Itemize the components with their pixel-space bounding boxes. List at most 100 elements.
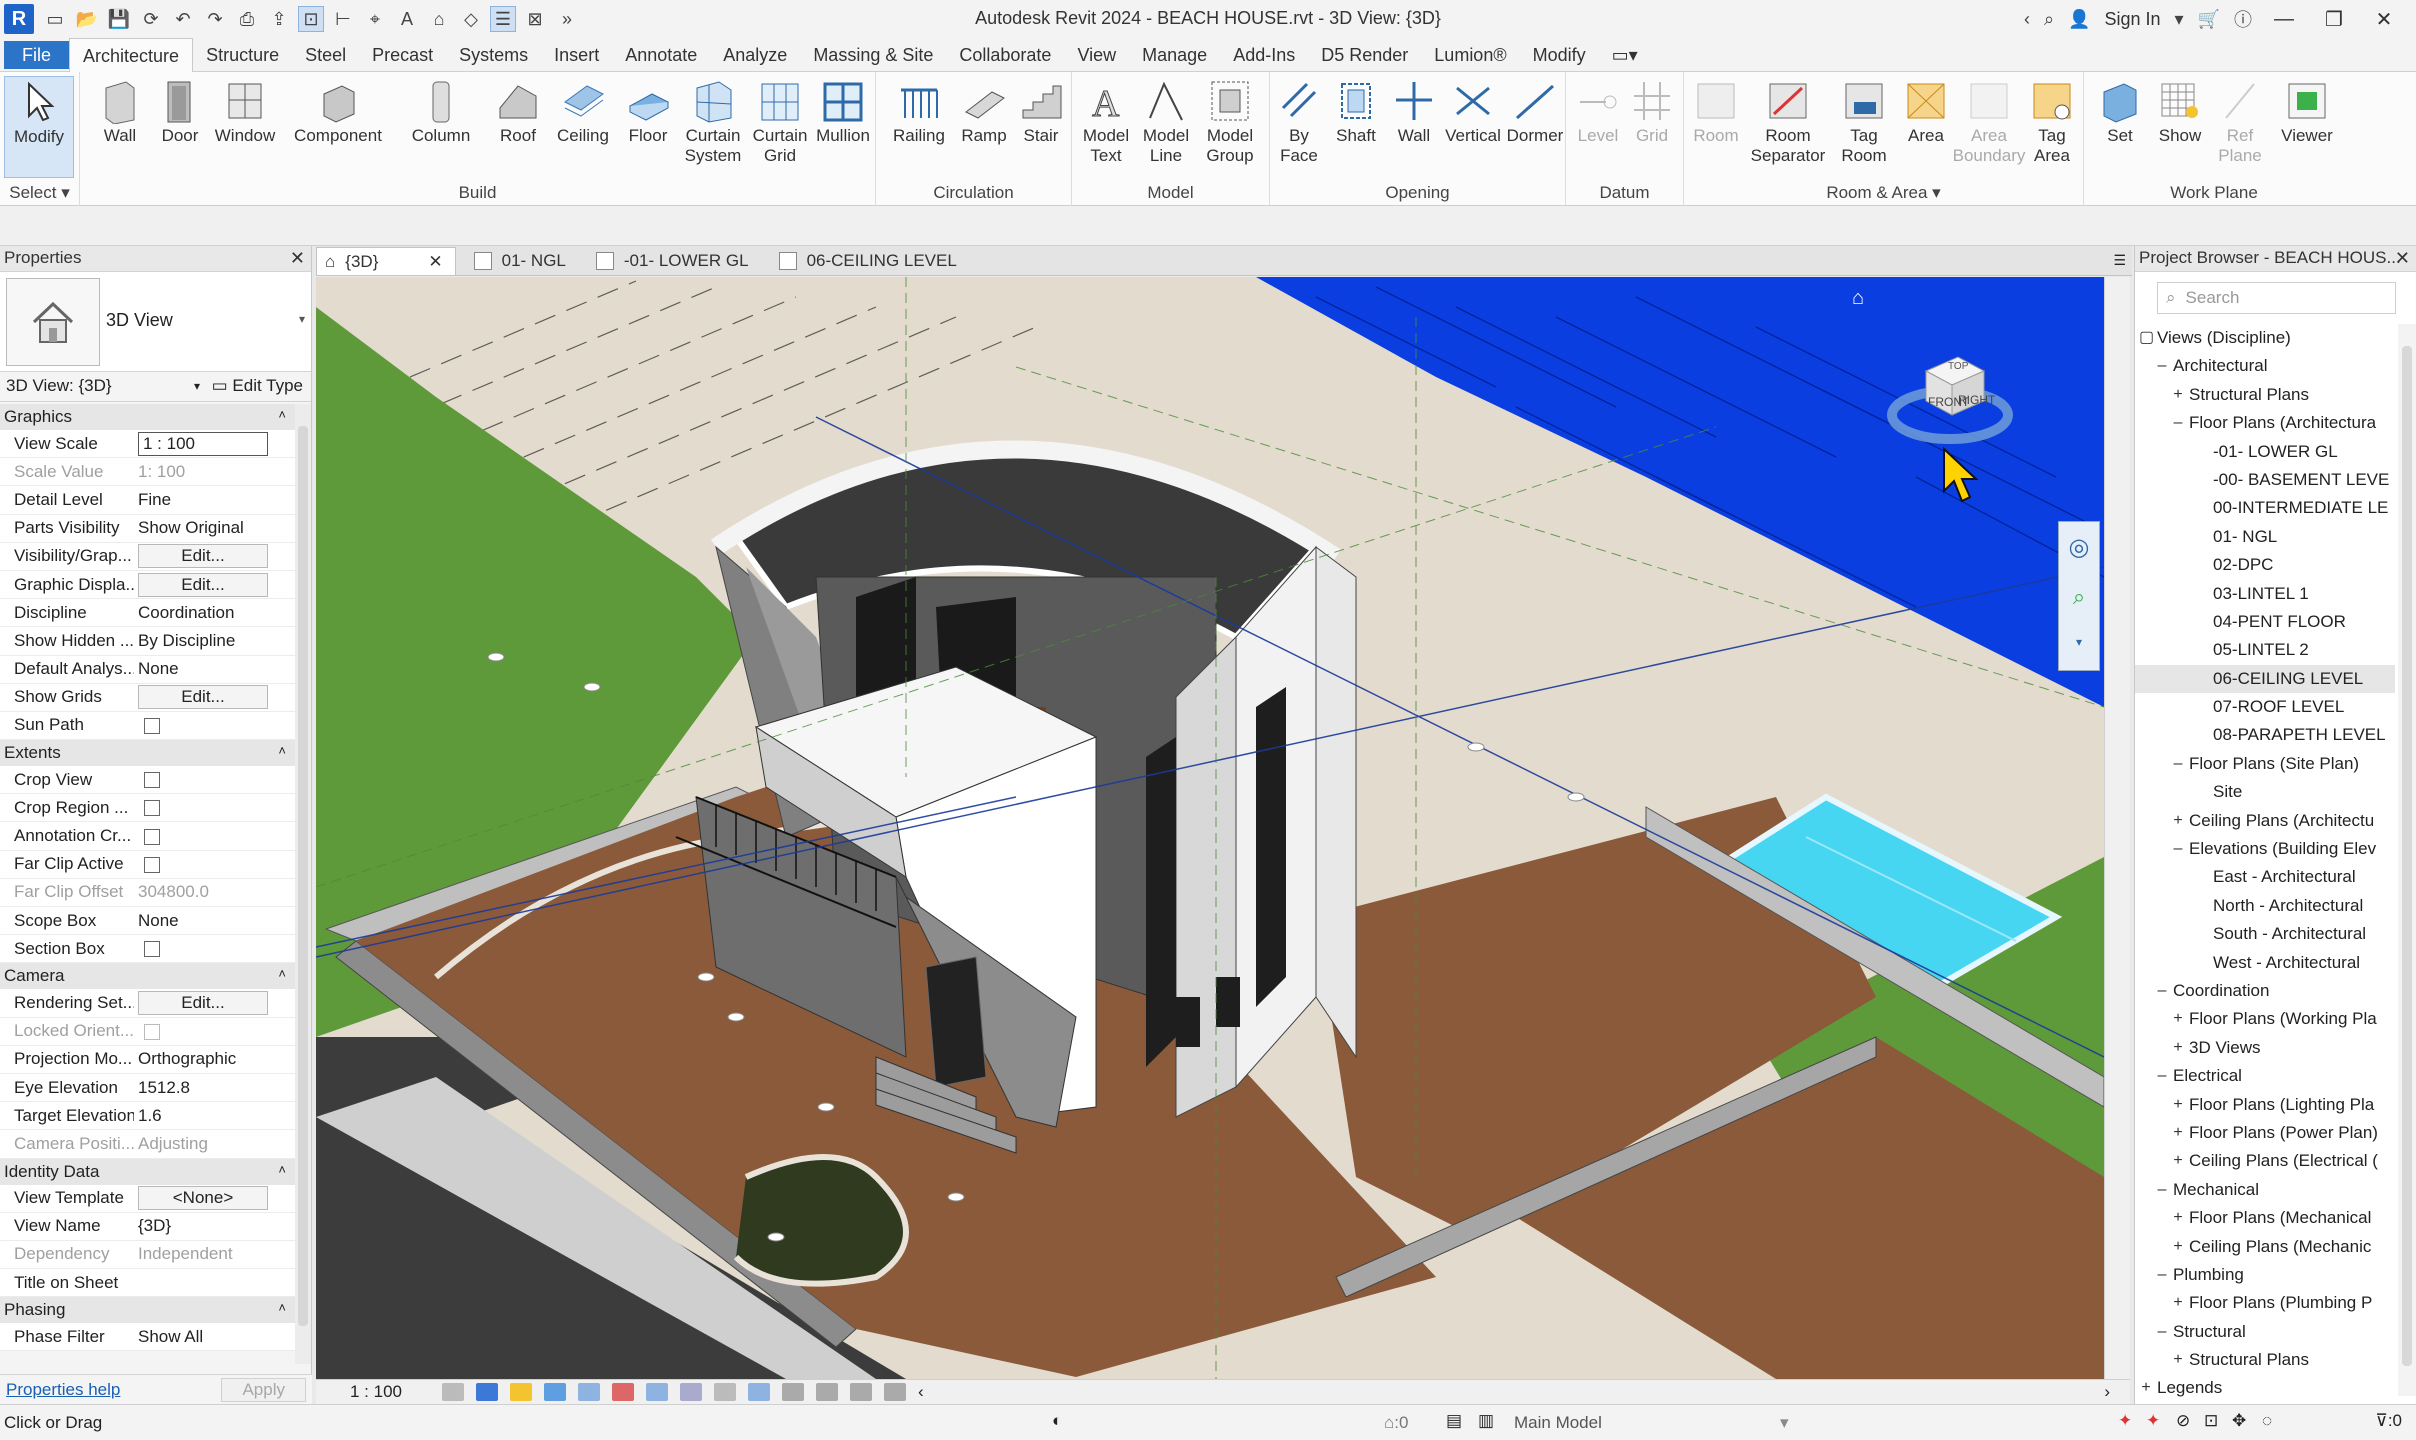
expand-icon[interactable]: + <box>2139 1374 2153 1402</box>
dimension-icon[interactable]: ⊢ <box>330 6 356 32</box>
ribbon-options-icon[interactable]: ▭▾ <box>1599 38 1651 72</box>
print-icon[interactable]: ⎙ <box>234 6 260 32</box>
lock-view-icon[interactable] <box>680 1383 702 1401</box>
temporary-hide-icon[interactable] <box>714 1383 736 1401</box>
home-icon[interactable]: ▭ <box>42 6 68 32</box>
prop-parts-visibility[interactable]: Parts Visibility Show Original <box>0 514 296 543</box>
open-icon[interactable]: 📂 <box>74 6 100 32</box>
views-icon[interactable]: ▢ <box>2139 324 2154 352</box>
prop-target-elevation[interactable]: Target Elevation 1.6 <box>0 1102 296 1131</box>
browser-search-input[interactable]: ⌕ Search <box>2157 282 2396 314</box>
tree-node[interactable]: + Floor Plans (Plumbing P <box>2135 1289 2395 1317</box>
render-icon[interactable] <box>578 1383 600 1401</box>
prop-default-analysis[interactable]: Default Analys... None <box>0 655 296 684</box>
close-icon[interactable]: ✕ <box>2395 246 2410 270</box>
steering-wheel-icon[interactable]: ◎ <box>2059 522 2099 572</box>
thin-lines-icon[interactable]: ☰ <box>490 6 516 32</box>
default-3d-icon[interactable]: ⌂ <box>426 6 452 32</box>
sign-in-button[interactable]: Sign In <box>2104 9 2160 30</box>
prop-show-hidden[interactable]: Show Hidden ... By Discipline <box>0 627 296 656</box>
tree-leaf[interactable]: 00-INTERMEDIATE LE <box>2135 494 2395 522</box>
tree-leaf[interactable]: North - Architectural <box>2135 892 2395 920</box>
expand-icon[interactable]: + <box>2171 1034 2185 1062</box>
viewcube-home-icon[interactable]: ⌂ <box>1852 287 1864 310</box>
roof-button[interactable]: Roof <box>490 76 546 178</box>
tree-leaf[interactable]: 08-PARAPETH LEVEL <box>2135 721 2395 749</box>
viewcube[interactable]: TOP FRONT RIGHT <box>1880 335 2020 455</box>
text-icon[interactable]: A <box>394 6 420 32</box>
viewer-button[interactable]: Viewer <box>2274 76 2340 178</box>
expand-icon[interactable]: + <box>2171 1091 2185 1119</box>
collapse-icon[interactable]: – <box>2155 1261 2169 1289</box>
shaft-button[interactable]: Shaft <box>1328 76 1384 178</box>
crop-view-icon[interactable] <box>612 1383 634 1401</box>
crop-view-checkbox[interactable] <box>144 772 160 789</box>
tree-node[interactable]: + Floor Plans (Mechanical <box>2135 1204 2395 1232</box>
show-crop-icon[interactable] <box>646 1383 668 1401</box>
worksets-icon[interactable]: ◐ <box>1052 1411 1062 1431</box>
collapse-icon[interactable]: – <box>2171 409 2185 437</box>
highlight-displacement-icon[interactable] <box>884 1383 906 1401</box>
modify-button[interactable]: Modify <box>4 76 74 178</box>
revit-logo[interactable]: R <box>4 4 34 34</box>
customize-icon[interactable]: » <box>554 6 580 32</box>
tree-node[interactable]: + Ceiling Plans (Electrical ( <box>2135 1147 2395 1175</box>
column-button[interactable]: Column <box>402 76 480 178</box>
chevron-down-icon[interactable]: ▾ <box>194 372 200 400</box>
model-line-button[interactable]: Model Line <box>1138 76 1194 178</box>
tree-leaf[interactable]: -01- LOWER GL <box>2135 438 2395 466</box>
expand-icon[interactable]: + <box>2171 807 2185 835</box>
graphic-display-edit-button[interactable]: Edit... <box>138 572 268 597</box>
tree-node[interactable]: + Ceiling Plans (Architectu <box>2135 807 2395 835</box>
measure-icon[interactable]: ⊡ <box>298 6 324 32</box>
restore-button[interactable]: ❐ <box>2316 7 2352 32</box>
cart-icon[interactable]: 🛒 <box>2198 9 2220 30</box>
ref-plane-button[interactable]: Ref Plane <box>2212 76 2268 178</box>
constraints-icon[interactable] <box>816 1383 838 1401</box>
tree-leaf[interactable]: 07-ROOF LEVEL <box>2135 693 2395 721</box>
viewcube-right-label[interactable]: RIGHT <box>1958 393 1995 407</box>
tree-node[interactable]: – Structural <box>2135 1318 2395 1346</box>
close-window-button[interactable]: ✕ <box>2366 7 2402 32</box>
ramp-button[interactable]: Ramp <box>956 76 1012 178</box>
close-hidden-icon[interactable]: ⊠ <box>522 6 548 32</box>
browser-scrollbar[interactable] <box>2398 324 2416 1396</box>
tab-modify[interactable]: Modify <box>1520 38 1599 72</box>
tab-01-ngl[interactable]: 01- NGL <box>466 247 578 275</box>
tree-node[interactable]: + Floor Plans (Working Pla <box>2135 1005 2395 1033</box>
scroll-thumb[interactable] <box>298 426 308 1326</box>
tree-leaf[interactable]: West - Architectural <box>2135 949 2395 977</box>
tab-lower-gl[interactable]: -01- LOWER GL <box>588 247 761 275</box>
shadows-icon[interactable] <box>544 1383 566 1401</box>
tag-area-button[interactable]: Tag Area <box>2024 76 2080 178</box>
tab-architecture[interactable]: Architecture <box>69 37 194 72</box>
expand-icon[interactable]: + <box>2171 1233 2185 1261</box>
expand-icon[interactable]: + <box>2171 1204 2185 1232</box>
tree-leaf[interactable]: 04-PENT FLOOR <box>2135 608 2395 636</box>
user-icon[interactable]: 👤 <box>2068 9 2090 30</box>
save-icon[interactable]: 💾 <box>106 6 132 32</box>
select-links-icon[interactable]: ✦ <box>2118 1411 2132 1431</box>
tab-file[interactable]: File <box>4 40 70 69</box>
detail-level-icon[interactable] <box>442 1383 464 1401</box>
tree-leaf[interactable]: Site <box>2135 778 2395 806</box>
railing-button[interactable]: Railing <box>886 76 952 178</box>
apply-button[interactable]: Apply <box>221 1377 306 1402</box>
tab-lumion[interactable]: Lumion® <box>1421 38 1519 72</box>
mullion-button[interactable]: Mullion <box>812 76 874 178</box>
category-camera[interactable]: Camera ˄ <box>0 963 296 990</box>
collapse-icon[interactable]: – <box>2171 750 2185 778</box>
tab-analyze[interactable]: Analyze <box>710 38 800 72</box>
annotation-crop-checkbox[interactable] <box>144 828 160 845</box>
sync-icon[interactable]: ⟳ <box>138 6 164 32</box>
tab-structure[interactable]: Structure <box>193 38 292 72</box>
rendering-settings-edit-button[interactable]: Edit... <box>138 990 268 1015</box>
tree-node[interactable]: +3D Views <box>2135 1034 2395 1062</box>
model-icon[interactable]: ▥ <box>1478 1411 1494 1431</box>
collapse-icon[interactable]: – <box>2155 1318 2169 1346</box>
expand-icon[interactable]: + <box>2171 1289 2185 1317</box>
workset-count[interactable]: ⌂:0 <box>1384 1413 1408 1433</box>
sun-path-checkbox[interactable] <box>144 717 160 734</box>
prop-projection-mode[interactable]: Projection Mo... Orthographic <box>0 1045 296 1074</box>
view-scale-input[interactable]: 1 : 100 <box>138 431 268 456</box>
